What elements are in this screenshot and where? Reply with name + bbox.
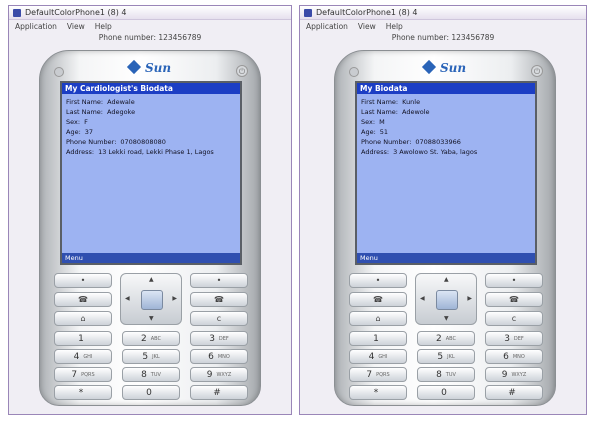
left-soft-key[interactable]: • — [54, 273, 112, 288]
title-bar[interactable]: DefaultColorPhone1 (8) 4 — [300, 6, 586, 20]
left-soft-key[interactable]: • — [349, 273, 407, 288]
clear-key[interactable]: c — [485, 311, 543, 326]
key-8[interactable]: 8 TUV — [417, 367, 475, 382]
screen-title: My Cardiologist's Biodata — [62, 83, 240, 94]
emulator-window-left: DefaultColorPhone1 (8) 4 Application Vie… — [8, 5, 292, 415]
dpad[interactable]: ▲ ▼ ◀ ▶ — [415, 273, 477, 325]
key-9[interactable]: 9 WXYZ — [485, 367, 543, 382]
keypad: • • ☎ ☎ ⌂ c ▲ ▼ ◀ ▶ 1 2ABC 3DEF 4GHI — [349, 273, 543, 400]
emulator-window-right: DefaultColorPhone1 (8) 4 Application Vie… — [299, 5, 587, 415]
select-button[interactable] — [436, 290, 458, 310]
key-8[interactable]: 8 TUV — [122, 367, 180, 382]
menu-bar: Application View Help — [9, 20, 291, 32]
phone-screen: My Cardiologist's Biodata First Name: Ade… — [60, 81, 242, 265]
key-4[interactable]: 4 GHI — [54, 349, 112, 364]
biodata-list: First Name: Kunle Last Name: Adewole Sex: M… — [357, 94, 535, 160]
call-key[interactable]: ☎ — [54, 292, 112, 307]
key-7[interactable]: 7 PQRS — [54, 367, 112, 382]
key-1[interactable]: 1 — [54, 331, 112, 346]
key-3[interactable]: 3 DEF — [190, 331, 248, 346]
key-5[interactable]: 5 JKL — [122, 349, 180, 364]
key-4[interactable]: 4 GHI — [349, 349, 407, 364]
menu-application[interactable]: Application — [306, 22, 348, 31]
phone-device: ⏻ Sun My Cardiologist's Biodata First Na… — [39, 50, 261, 406]
key-star[interactable]: * — [54, 385, 112, 400]
softkey-menu-label[interactable]: Menu — [357, 253, 535, 263]
arrow-left-icon[interactable]: ◀ — [420, 295, 425, 302]
window-title: DefaultColorPhone1 (8) 4 — [316, 8, 418, 17]
field-last-name: Last Name: Adegoke — [66, 108, 136, 116]
arrow-up-icon[interactable]: ▲ — [149, 276, 154, 283]
key-6[interactable]: 6 MNO — [485, 349, 543, 364]
title-bar[interactable]: DefaultColorPhone1 (8) 4 — [9, 6, 291, 20]
home-key[interactable]: ⌂ — [54, 311, 112, 326]
brand-logo: Sun — [40, 59, 260, 75]
menu-help[interactable]: Help — [386, 22, 403, 31]
field-sex: Sex: F — [66, 118, 88, 126]
arrow-left-icon[interactable]: ◀ — [125, 295, 130, 302]
key-0[interactable]: 0 — [122, 385, 180, 400]
key-hash[interactable]: # — [190, 385, 248, 400]
end-key[interactable]: ☎ — [190, 292, 248, 307]
field-first-name: First Name: Kunle — [361, 98, 421, 106]
arrow-up-icon[interactable]: ▲ — [444, 276, 449, 283]
field-phone-number: Phone Number: 07080808080 — [66, 138, 166, 146]
clear-key[interactable]: c — [190, 311, 248, 326]
call-key[interactable]: ☎ — [349, 292, 407, 307]
key-3[interactable]: 3 DEF — [485, 331, 543, 346]
menu-view[interactable]: View — [67, 22, 85, 31]
phone-number-label: Phone number: 123456789 — [391, 33, 495, 42]
menu-help[interactable]: Help — [95, 22, 112, 31]
select-button[interactable] — [141, 290, 163, 310]
navigation-cluster: • • ☎ ☎ ⌂ c ▲ ▼ ◀ ▶ — [54, 273, 248, 329]
phone-screen: My Biodata First Name: Kunle Last Name: Ad… — [355, 81, 537, 265]
brand-logo: Sun — [335, 59, 555, 75]
key-6[interactable]: 6 MNO — [190, 349, 248, 364]
app-icon — [13, 8, 21, 17]
app-icon — [304, 8, 312, 17]
number-keys: 1 2 ABC 3 DEF 4 GHI 5 JKL 6 MNO 7 PQRS 8 TUV 9W… — [349, 331, 543, 400]
key-5[interactable]: 5 JKL — [417, 349, 475, 364]
field-address: Address: 3 Awolowo St. Yaba, lagos — [361, 148, 478, 156]
key-0[interactable]: 0 — [417, 385, 475, 400]
key-2[interactable]: 2 ABC — [122, 331, 180, 346]
arrow-right-icon[interactable]: ▶ — [172, 295, 177, 302]
right-soft-key[interactable]: • — [190, 273, 248, 288]
right-soft-key[interactable]: • — [485, 273, 543, 288]
softkey-menu-label[interactable]: Menu — [62, 253, 240, 263]
screen-title: My Biodata — [357, 83, 535, 94]
field-phone-number: Phone Number: 07088033966 — [361, 138, 461, 146]
navigation-cluster: • • ☎ ☎ ⌂ c ▲ ▼ ◀ ▶ — [349, 273, 543, 329]
sun-logo-icon — [126, 59, 142, 75]
key-1[interactable]: 1 — [349, 331, 407, 346]
dpad[interactable]: ▲ ▼ ◀ ▶ — [120, 273, 182, 325]
field-last-name: Last Name: Adewole — [361, 108, 430, 116]
menu-view[interactable]: View — [358, 22, 376, 31]
field-address: Address: 13 Lekki road, Lekki Phase 1, La… — [66, 148, 214, 156]
key-2[interactable]: 2 ABC — [417, 331, 475, 346]
key-star[interactable]: * — [349, 385, 407, 400]
menu-bar: Application View Help — [300, 20, 586, 32]
end-key[interactable]: ☎ — [485, 292, 543, 307]
field-age: Age: 37 — [66, 128, 94, 136]
key-9[interactable]: 9 WXYZ — [190, 367, 248, 382]
arrow-down-icon[interactable]: ▼ — [149, 315, 154, 322]
key-7[interactable]: 7 PQRS — [349, 367, 407, 382]
phone-number-label: Phone number: 123456789 — [98, 33, 202, 42]
menu-application[interactable]: Application — [15, 22, 57, 31]
sun-logo-icon — [421, 59, 437, 75]
biodata-list: First Name: Adewale Last Name: Adegoke Sex… — [62, 94, 240, 160]
field-sex: Sex: M — [361, 118, 385, 126]
phone-device: ⏻ Sun My Biodata First Name: Kunle Last N… — [334, 50, 556, 406]
keypad: • • ☎ ☎ ⌂ c ▲ ▼ ◀ ▶ 1 2ABC 3DEF 4GHI — [54, 273, 248, 400]
field-first-name: First Name: Adewale — [66, 98, 135, 106]
arrow-down-icon[interactable]: ▼ — [444, 315, 449, 322]
home-key[interactable]: ⌂ — [349, 311, 407, 326]
key-hash[interactable]: # — [485, 385, 543, 400]
field-age: Age: 51 — [361, 128, 389, 136]
window-title: DefaultColorPhone1 (8) 4 — [25, 8, 127, 17]
number-keys: 1 2 ABC 3 DEF 4 GHI 5 JKL 6 MNO 7 PQRS 8 TUV 9W… — [54, 331, 248, 400]
arrow-right-icon[interactable]: ▶ — [467, 295, 472, 302]
